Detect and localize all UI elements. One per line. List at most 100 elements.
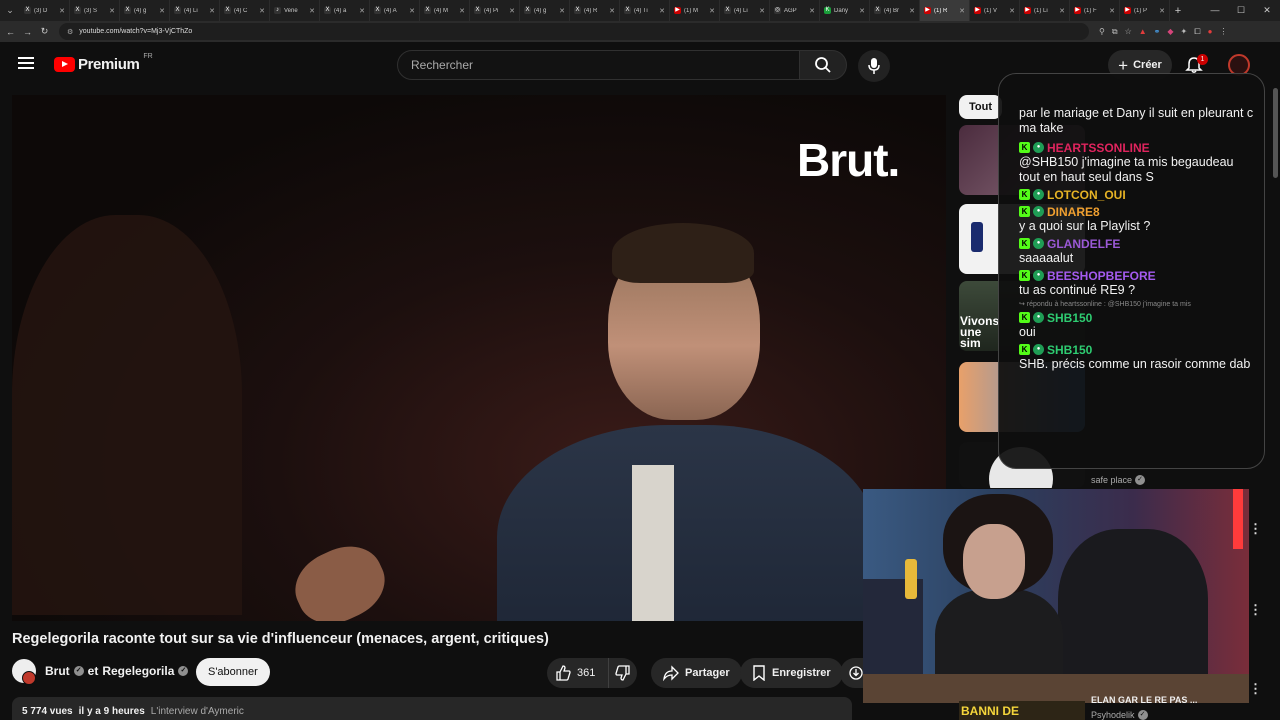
close-tab-icon[interactable]: ✕: [809, 7, 815, 15]
tab-search-icon[interactable]: ⌄: [0, 0, 20, 21]
close-tab-icon[interactable]: ✕: [409, 7, 415, 15]
install-icon[interactable]: ⧉: [1112, 27, 1118, 37]
zoom-icon[interactable]: ⚲: [1099, 27, 1105, 37]
close-tab-icon[interactable]: ✕: [1109, 7, 1115, 15]
browser-tab[interactable]: X (4) Li ✕: [170, 0, 220, 21]
close-tab-icon[interactable]: ✕: [609, 7, 615, 15]
search-input[interactable]: Rechercher: [397, 50, 800, 80]
chat-username[interactable]: LOTCON_OUI: [1047, 188, 1126, 202]
browser-tab[interactable]: X (4) C ✕: [220, 0, 270, 21]
video-player[interactable]: Brut. ➤: [12, 95, 946, 621]
close-tab-icon[interactable]: ✕: [159, 7, 165, 15]
close-tab-icon[interactable]: ✕: [459, 7, 465, 15]
recommendation-title[interactable]: ELAN GAR LE RE PAS ...: [1091, 695, 1197, 705]
bookmark-star-icon[interactable]: ☆: [1125, 27, 1132, 37]
save-button[interactable]: Enregistrer: [740, 658, 843, 688]
browser-tab[interactable]: X (4) R ✕: [570, 0, 620, 21]
menu-icon[interactable]: [18, 57, 34, 69]
browser-tab[interactable]: X (3) S ✕: [70, 0, 120, 21]
browser-tab[interactable]: ▶ (1) P ✕: [1120, 0, 1170, 21]
back-icon[interactable]: ←: [4, 27, 17, 37]
subscribe-button[interactable]: S'abonner: [196, 658, 270, 686]
like-button[interactable]: 361: [547, 658, 609, 688]
browser-menu-icon[interactable]: ⋮: [1219, 27, 1227, 37]
browser-tab[interactable]: X (4) Pi ✕: [470, 0, 520, 21]
close-tab-icon[interactable]: ✕: [1059, 7, 1065, 15]
close-tab-icon[interactable]: ✕: [109, 7, 115, 15]
site-info-icon[interactable]: ⚙: [67, 28, 73, 36]
browser-tab[interactable]: ▶ (1) V ✕: [970, 0, 1020, 21]
chat-username[interactable]: SHB150: [1047, 343, 1092, 357]
extension-blue-icon[interactable]: ◆: [1167, 27, 1173, 37]
browser-tab[interactable]: K Dany ✕: [820, 0, 870, 21]
close-tab-icon[interactable]: ✕: [1159, 7, 1165, 15]
more-options-icon[interactable]: ⋮: [1249, 682, 1262, 695]
close-tab-icon[interactable]: ✕: [959, 7, 965, 15]
new-tab-button[interactable]: +: [1170, 5, 1186, 17]
recommendation-thumbnail[interactable]: BANNI DE: [959, 701, 1085, 720]
close-tab-icon[interactable]: ✕: [759, 7, 765, 15]
video-tag[interactable]: L'interview d'Aymeric: [151, 706, 244, 720]
browser-tab[interactable]: X (3) D ✕: [20, 0, 70, 21]
chat-username[interactable]: DINARE8: [1047, 205, 1100, 219]
reload-icon[interactable]: ↻: [38, 26, 51, 37]
more-options-icon[interactable]: ⋮: [1249, 522, 1262, 535]
browser-tab[interactable]: X (4) Br ✕: [870, 0, 920, 21]
browser-tab[interactable]: X (4) A ✕: [370, 0, 420, 21]
channel-link-brut[interactable]: Brut: [45, 664, 70, 678]
close-tab-icon[interactable]: ✕: [659, 7, 665, 15]
search-button[interactable]: [799, 50, 847, 80]
chat-username[interactable]: HEARTSSONLINE: [1047, 141, 1150, 155]
page-scrollbar[interactable]: [1273, 88, 1278, 178]
close-tab-icon[interactable]: ✕: [709, 7, 715, 15]
close-tab-icon[interactable]: ✕: [359, 7, 365, 15]
dislike-button[interactable]: [609, 665, 637, 681]
video-description-box[interactable]: 5 774 vues il y a 9 heures L'interview d…: [12, 697, 852, 720]
browser-tab[interactable]: X (4) a ✕: [320, 0, 370, 21]
browser-tab[interactable]: X (4) Ti ✕: [620, 0, 670, 21]
channel-link-regelegorila[interactable]: Regelegorila: [102, 664, 174, 678]
extension-shield-icon[interactable]: ⚭: [1154, 27, 1161, 37]
browser-tab[interactable]: X (4) g ✕: [520, 0, 570, 21]
browser-tab[interactable]: ▶ (1) M ✕: [670, 0, 720, 21]
browser-tab[interactable]: ♪ Vene ✕: [270, 0, 320, 21]
browser-tab[interactable]: X (4) g ✕: [120, 0, 170, 21]
filter-chip-all[interactable]: Tout: [959, 95, 1003, 119]
url-field[interactable]: ⚙ youtube.com/watch?v=Mj3-VjCThZo: [59, 23, 1089, 40]
close-tab-icon[interactable]: ✕: [559, 7, 565, 15]
chat-username[interactable]: SHB150: [1047, 311, 1092, 325]
more-options-icon[interactable]: ⋮: [1249, 603, 1262, 616]
browser-tab[interactable]: ◎ AGP ✕: [770, 0, 820, 21]
share-button[interactable]: Partager: [651, 658, 742, 688]
close-tab-icon[interactable]: ✕: [309, 7, 315, 15]
extensions-icon[interactable]: ⧠: [1194, 27, 1200, 37]
download-icon: [849, 666, 863, 680]
download-button[interactable]: [840, 658, 863, 688]
close-tab-icon[interactable]: ✕: [259, 7, 265, 15]
voice-search-button[interactable]: [858, 50, 890, 82]
channel-avatar[interactable]: [12, 659, 36, 685]
browser-tab[interactable]: ▶ (1) Li ✕: [1020, 0, 1070, 21]
extension-puzzle-icon[interactable]: ✦: [1181, 27, 1188, 37]
profile-icon[interactable]: ●: [1208, 27, 1213, 37]
chat-username[interactable]: GLANDELFE: [1047, 237, 1120, 251]
close-tab-icon[interactable]: ✕: [909, 7, 915, 15]
browser-tab[interactable]: ▶ (1) R ✕: [920, 0, 970, 21]
browser-tab[interactable]: ▶ (1) F ✕: [1070, 0, 1120, 21]
browser-tab[interactable]: X (4) M ✕: [420, 0, 470, 21]
youtube-premium-logo[interactable]: Premium FR: [54, 53, 153, 73]
close-tab-icon[interactable]: ✕: [209, 7, 215, 15]
close-tab-icon[interactable]: ✕: [859, 7, 865, 15]
extension-red-icon[interactable]: ▲: [1139, 27, 1147, 37]
recommendation-channel[interactable]: safe place ✓: [1091, 475, 1146, 485]
chat-username[interactable]: BEESHOPBEFORE: [1047, 269, 1156, 283]
browser-tab[interactable]: X (4) Li ✕: [720, 0, 770, 21]
close-tab-icon[interactable]: ✕: [1009, 7, 1015, 15]
minimize-icon[interactable]: —: [1202, 0, 1228, 21]
maximize-icon[interactable]: ☐: [1228, 0, 1254, 21]
recommendation-channel[interactable]: Psyhodelik ✓: [1091, 710, 1148, 720]
close-tab-icon[interactable]: ✕: [509, 7, 515, 15]
close-tab-icon[interactable]: ✕: [59, 7, 65, 15]
close-window-icon[interactable]: ✕: [1254, 0, 1280, 21]
forward-icon[interactable]: →: [21, 27, 34, 37]
